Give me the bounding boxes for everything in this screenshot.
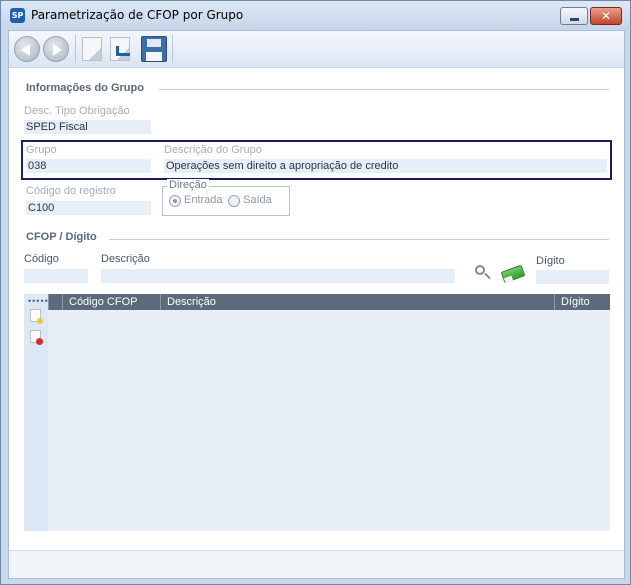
minimize-button[interactable]: [560, 7, 588, 25]
descricao-label: Descrição: [101, 253, 150, 265]
arrow-left-icon: [21, 44, 30, 56]
section-rule: [109, 239, 609, 240]
column-descricao[interactable]: Descrição: [160, 294, 554, 310]
window-title: Parametrização de CFOP por Grupo: [31, 8, 244, 22]
direcao-groupbox: Direção Entrada Saída: [162, 179, 290, 216]
descricao-grupo-field[interactable]: Operações sem direito a apropriação de c…: [164, 159, 607, 173]
desc-tipo-label: Desc. Tipo Obrigação: [24, 105, 130, 117]
digito-field[interactable]: [536, 270, 609, 284]
codigo-field[interactable]: [24, 269, 88, 283]
handle-shape: [484, 272, 491, 280]
eraser-icon[interactable]: [500, 264, 526, 284]
status-bar: [9, 550, 624, 578]
codigo-registro-field[interactable]: C100: [26, 201, 151, 215]
direcao-legend: Direção: [167, 179, 209, 191]
search-icon[interactable]: [475, 265, 491, 281]
arrow-right-icon: [53, 44, 62, 56]
main-window: SP Parametrização de CFOP por Grupo ✕ In…: [0, 0, 631, 585]
section-title-cfop: CFOP / Dígito: [26, 231, 101, 243]
next-button[interactable]: [43, 36, 69, 62]
client-area: Informações do Grupo Desc. Tipo Obrigaçã…: [8, 30, 625, 579]
codigo-label: Código: [24, 253, 59, 265]
grid-side-panel: •••••: [24, 294, 48, 531]
previous-button[interactable]: [14, 36, 40, 62]
new-document-button[interactable]: [82, 37, 102, 61]
save-button[interactable]: [141, 36, 167, 62]
descricao-grupo-label: Descrição do Grupo: [164, 144, 262, 156]
grid-header: Código CFOP Descrição Dígito: [48, 294, 610, 310]
radio-entrada-label: Entrada: [184, 194, 223, 206]
delete-row-icon[interactable]: [30, 330, 43, 345]
cfop-grid[interactable]: ••••• Código CFOP Descrição Dígito: [24, 294, 610, 531]
grupo-field[interactable]: 038: [26, 159, 151, 173]
column-digito[interactable]: Dígito: [554, 294, 610, 310]
close-button[interactable]: ✕: [590, 7, 622, 25]
desc-tipo-field[interactable]: SPED Fiscal: [24, 120, 151, 134]
add-row-icon[interactable]: [30, 309, 43, 324]
toolbar-separator: [172, 35, 173, 63]
codigo-registro-label: Código do registro: [26, 185, 116, 197]
radio-saida-label: Saída: [243, 194, 272, 206]
undo-arrow-icon: [116, 46, 130, 56]
toolbar: [9, 31, 624, 68]
radio-entrada[interactable]: [169, 195, 181, 207]
digito-label: Dígito: [536, 255, 565, 267]
grupo-label: Grupo: [26, 144, 57, 156]
grid-handle-dots[interactable]: •••••: [28, 296, 49, 306]
title-bar[interactable]: SP Parametrização de CFOP por Grupo ✕: [1, 1, 630, 29]
undo-document-button[interactable]: [110, 37, 130, 61]
app-icon: SP: [10, 8, 25, 23]
toolbar-separator: [75, 35, 76, 63]
close-icon: ✕: [600, 9, 612, 23]
grid-indicator-column: [48, 294, 62, 310]
column-codigo-cfop[interactable]: Código CFOP: [62, 294, 160, 310]
section-title-group: Informações do Grupo: [26, 82, 148, 94]
section-rule: [159, 89, 609, 90]
descricao-field[interactable]: [101, 269, 455, 283]
radio-saida[interactable]: [228, 195, 240, 207]
